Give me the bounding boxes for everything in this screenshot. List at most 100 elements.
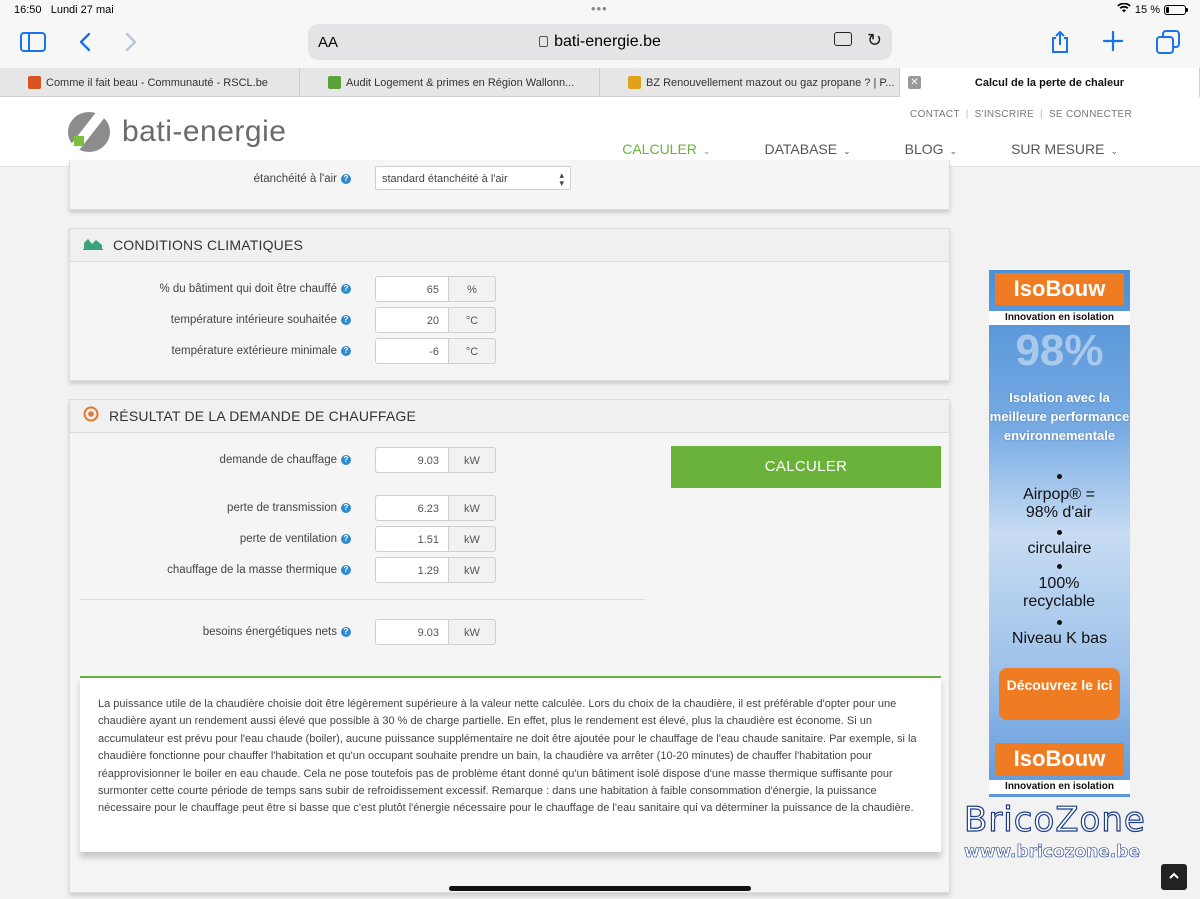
ad-feature-2: circulaire xyxy=(1027,540,1092,557)
net-energy-label: besoins énergétiques nets? xyxy=(203,626,351,638)
bullet-icon xyxy=(1057,620,1062,625)
thermal-mass-output: 1.29 xyxy=(375,557,449,583)
help-icon[interactable]: ? xyxy=(341,174,351,184)
heated-percent-input[interactable]: 65 xyxy=(375,276,449,302)
target-icon xyxy=(83,406,99,427)
tabs-overview-icon[interactable] xyxy=(1156,30,1180,59)
ad-feature-4: Niveau K bas xyxy=(1011,630,1108,647)
site-header: bati-energie CONTACT | S'INSCRIRE | SE CONNE… xyxy=(0,97,1200,167)
ad-brand-bottom: IsoBouw xyxy=(995,743,1124,775)
tab-renouvellement[interactable]: BZ Renouvellement mazout ou gaz propane … xyxy=(600,68,900,97)
net-energy-output: 9.03 xyxy=(375,619,449,645)
chevron-down-icon: ⌄ xyxy=(1110,146,1118,156)
share-icon[interactable] xyxy=(1050,30,1070,59)
select-arrows-icon: ▴ ▾ xyxy=(559,170,564,188)
ad-feature-3: 100% recyclable xyxy=(1022,575,1096,610)
help-icon[interactable]: ? xyxy=(341,627,351,637)
chevron-down-icon: ⌄ xyxy=(843,146,851,156)
bullet-icon xyxy=(1057,474,1062,479)
heating-demand-label: demande de chauffage? xyxy=(220,454,351,466)
forward-icon[interactable] xyxy=(124,32,138,57)
ad-big-number: 98% xyxy=(1015,326,1104,375)
unit-addon: % xyxy=(448,276,496,302)
unit-addon: kW xyxy=(448,557,496,583)
chevron-up-icon xyxy=(1169,872,1179,879)
help-icon[interactable]: ? xyxy=(341,455,351,465)
unit-addon: °C xyxy=(448,338,496,364)
help-icon[interactable]: ? xyxy=(341,565,351,575)
tab-bar: Comme il fait beau - Communauté - RSCL.b… xyxy=(0,68,1200,97)
ad-tagline-bottom: Innovation en isolation xyxy=(989,780,1130,794)
back-icon[interactable] xyxy=(78,32,92,57)
tab-calcul-perte-chaleur[interactable]: ✕ Calcul de la perte de chaleur xyxy=(900,68,1200,97)
airtightness-label: étanchéité à l'air? xyxy=(254,173,351,185)
top-links: CONTACT | S'INSCRIRE | SE CONNECTER xyxy=(910,109,1132,120)
chevron-down-icon: ⌄ xyxy=(702,146,711,156)
scroll-to-top-button[interactable] xyxy=(1161,864,1187,890)
multitask-dots[interactable]: ••• xyxy=(591,1,608,16)
status-time: 16:50 Lundi 27 mai xyxy=(14,4,114,16)
watermark-site: www.bricozone.be xyxy=(964,842,1141,863)
thermal-mass-label: chauffage de la masse thermique? xyxy=(167,564,351,576)
indoor-temp-input[interactable]: 20 xyxy=(375,307,449,333)
heated-percent-label: % du bâtiment qui doit être chauffé? xyxy=(159,283,351,295)
site-logo[interactable]: bati-energie xyxy=(68,112,286,152)
help-icon[interactable]: ? xyxy=(341,284,351,294)
help-icon[interactable]: ? xyxy=(341,534,351,544)
result-panel: RÉSULTAT DE LA DEMANDE DE CHAUFFAGE dema… xyxy=(69,399,950,893)
calculate-button[interactable]: CALCULER xyxy=(671,446,941,488)
unit-addon: °C xyxy=(448,307,496,333)
climate-panel-header: CONDITIONS CLIMATIQUES xyxy=(70,229,949,262)
sidebar-icon[interactable] xyxy=(20,32,46,57)
unit-addon: kW xyxy=(448,526,496,552)
ad-feature-1: Airpop® = 98% d'air xyxy=(1023,486,1095,521)
ventilation-loss-row: perte de ventilation? 1.51 kW xyxy=(70,526,951,552)
tab-rscl[interactable]: Comme il fait beau - Communauté - RSCL.b… xyxy=(0,68,300,97)
ventilation-loss-label: perte de ventilation? xyxy=(240,533,351,545)
outdoor-temp-input[interactable]: -6 xyxy=(375,338,449,364)
nav-sur-mesure[interactable]: SUR MESURE ⌄ xyxy=(993,141,1136,167)
address-bar[interactable]: AA bati-energie.be ↻ xyxy=(308,24,892,60)
indoor-temp-row: température intérieure souhaitée? 20 °C xyxy=(70,307,951,333)
climate-panel: CONDITIONS CLIMATIQUES % du bâtiment qui… xyxy=(69,228,950,381)
indoor-temp-label: température intérieure souhaitée? xyxy=(171,314,351,326)
extension-icon[interactable] xyxy=(834,32,852,46)
url-display[interactable]: bati-energie.be xyxy=(308,33,892,51)
result-title: RÉSULTAT DE LA DEMANDE DE CHAUFFAGE xyxy=(109,408,417,424)
help-icon[interactable]: ? xyxy=(341,503,351,513)
divider xyxy=(80,599,645,600)
close-tab-icon[interactable]: ✕ xyxy=(908,76,921,89)
logo-mark-icon xyxy=(68,112,110,152)
login-link[interactable]: SE CONNECTER xyxy=(1049,109,1132,120)
reload-icon[interactable]: ↻ xyxy=(867,30,882,51)
area-chart-icon xyxy=(83,236,103,255)
outdoor-temp-label: température extérieure minimale? xyxy=(171,345,351,357)
help-icon[interactable]: ? xyxy=(341,346,351,356)
ventilation-panel: étanchéité à l'air? standard étanchéité … xyxy=(69,160,950,210)
watermark-name: BricoZone xyxy=(963,799,1146,840)
airtightness-select[interactable]: standard étanchéité à l'air ▴ ▾ xyxy=(375,166,571,190)
bullet-icon xyxy=(1057,530,1062,535)
help-icon[interactable]: ? xyxy=(341,315,351,325)
unit-addon: kW xyxy=(448,495,496,521)
transmission-loss-row: perte de transmission? 6.23 kW xyxy=(70,495,951,521)
isobouw-ad[interactable]: IsoBouw Innovation en isolation 98% Isol… xyxy=(989,270,1130,797)
tab-audit-logement[interactable]: Audit Logement & primes en Région Wallon… xyxy=(300,68,600,97)
signup-link[interactable]: S'INSCRIRE xyxy=(975,109,1034,120)
audit-favicon-icon xyxy=(328,76,341,89)
rscl-favicon-icon xyxy=(28,76,41,89)
status-right: 15 % xyxy=(1117,2,1188,16)
bullet-icon xyxy=(1057,564,1062,569)
heated-percent-row: % du bâtiment qui doit être chauffé? 65 … xyxy=(70,276,951,302)
ad-brand: IsoBouw xyxy=(995,273,1124,305)
home-indicator[interactable] xyxy=(449,886,751,891)
wifi-icon xyxy=(1117,2,1131,16)
heating-demand-output: 9.03 xyxy=(375,447,449,473)
bricozone-favicon-icon xyxy=(628,76,641,89)
browser-toolbar: AA bati-energie.be ↻ xyxy=(0,20,1200,68)
status-bar: 16:50 Lundi 27 mai ••• 15 % xyxy=(0,0,1200,20)
chevron-down-icon: ⌄ xyxy=(949,146,958,156)
ad-cta-button[interactable]: Découvrez le ici xyxy=(999,668,1120,720)
new-tab-icon[interactable] xyxy=(1102,30,1124,57)
contact-link[interactable]: CONTACT xyxy=(910,109,960,120)
